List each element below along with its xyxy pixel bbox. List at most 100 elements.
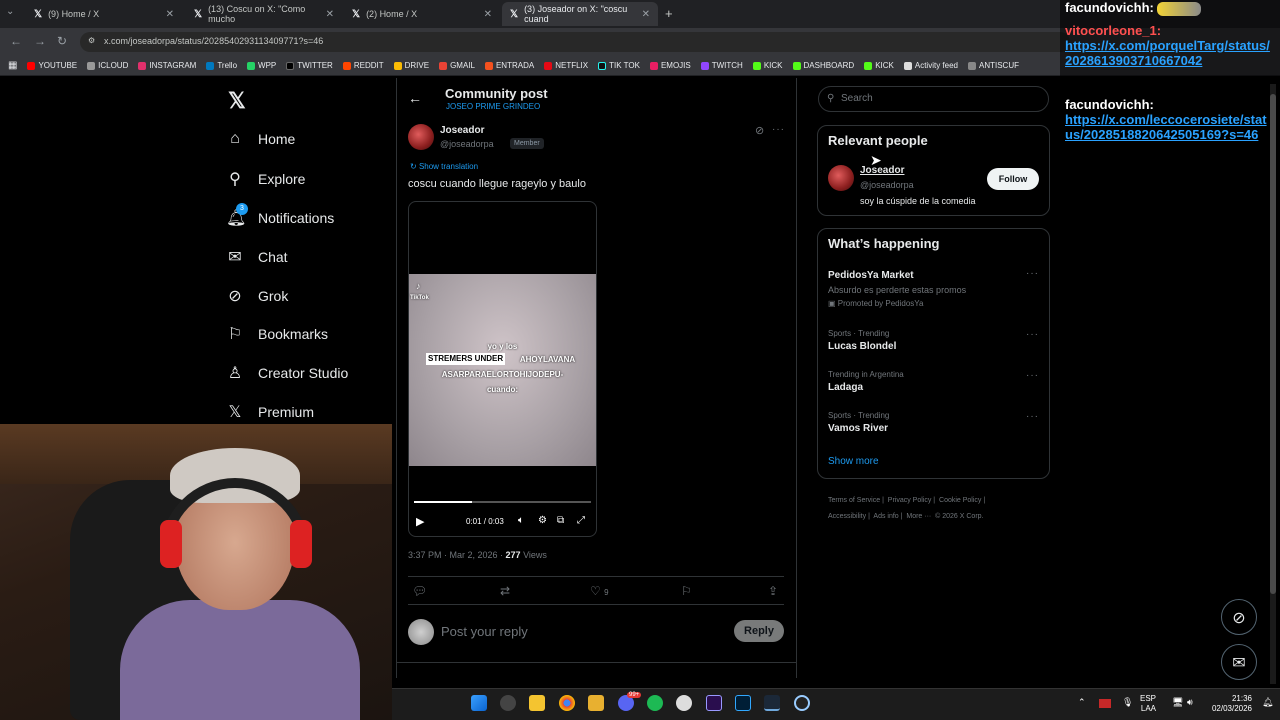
sticky-notes-icon[interactable]	[529, 695, 545, 711]
browser-tab-4[interactable]: 𝕏 (3) Joseador on X: "coscu cuand ✕	[502, 2, 658, 26]
chat-link[interactable]: https://x.com/porquelTarg/status/2028613…	[1065, 38, 1273, 68]
tray-chevron-icon[interactable]: ⌃	[1078, 697, 1086, 708]
more-icon[interactable]: ···	[772, 124, 785, 135]
nav-explore[interactable]: ⚲ Explore	[226, 169, 305, 189]
like-button[interactable]: ♡ 9	[590, 584, 609, 598]
bookmark[interactable]: DRIVE	[393, 61, 429, 70]
show-translation-link[interactable]: ↻ Show translation	[410, 162, 478, 171]
back-icon[interactable]: ←	[10, 34, 22, 48]
taskbar-app-icon[interactable]	[500, 695, 516, 711]
show-more-link[interactable]: Show more	[828, 456, 879, 467]
pip-icon[interactable]: ⧉	[557, 515, 564, 526]
browser-tab-3[interactable]: 𝕏 (2) Home / X ✕	[344, 2, 500, 26]
footer-link[interactable]: Accessibility	[828, 513, 866, 520]
author-handle[interactable]: @joseadorpa	[440, 139, 494, 149]
spotify-icon[interactable]	[647, 695, 663, 711]
bookmark[interactable]: INSTAGRAM	[138, 61, 196, 70]
fullscreen-icon[interactable]: ⤢	[577, 515, 585, 526]
volume-icon[interactable]: 🔈︎	[518, 515, 524, 526]
share-icon[interactable]: ⇪	[768, 584, 778, 598]
scrollbar-thumb[interactable]	[1270, 94, 1276, 594]
browser-tab-2[interactable]: 𝕏 (13) Coscu on X: "Como mucho ✕	[186, 2, 342, 26]
bookmark[interactable]: TIK TOK	[598, 61, 640, 70]
file-explorer-icon[interactable]	[588, 695, 604, 711]
footer-link[interactable]: More ···	[906, 513, 931, 520]
person-handle[interactable]: @joseadorpa	[860, 180, 914, 190]
nav-notifications[interactable]: 🔔︎ 3 Notifications	[226, 203, 334, 228]
close-tab-icon[interactable]: ✕	[642, 9, 650, 20]
bookmark[interactable]: YOUTUBE	[27, 61, 77, 70]
footer-link[interactable]: Terms of Service	[828, 497, 880, 504]
windows-start-icon[interactable]	[471, 695, 487, 711]
bookmark[interactable]: TWITTER	[286, 61, 333, 70]
taskbar-app-icon[interactable]	[794, 695, 810, 711]
nav-premium[interactable]: 𝕏 Premium	[226, 402, 314, 422]
nav-grok[interactable]: ⊘ Grok	[226, 286, 288, 306]
nav-bookmarks[interactable]: ⚐ Bookmarks	[226, 324, 328, 344]
bookmark[interactable]: NETFLIX	[544, 61, 588, 70]
language-indicator[interactable]: ESP LAA	[1140, 694, 1156, 714]
trend-item[interactable]: Sports · Trending Vamos River	[828, 411, 889, 434]
x-logo-icon[interactable]: 𝕏	[228, 88, 246, 114]
follow-button[interactable]: Follow	[987, 168, 1039, 190]
site-info-icon[interactable]: ⚙	[88, 36, 95, 45]
bookmark[interactable]: GMAIL	[439, 61, 475, 70]
bookmark[interactable]: REDDIT	[342, 61, 384, 70]
bookmark[interactable]: WPP	[247, 61, 276, 70]
microphone-icon[interactable]: 🎙︎	[1122, 697, 1133, 708]
steam-icon[interactable]	[764, 695, 780, 711]
reply-icon[interactable]: 💬︎	[412, 584, 427, 598]
forward-icon[interactable]: →	[34, 34, 46, 48]
close-tab-icon[interactable]: ✕	[484, 9, 492, 20]
messages-fab-icon[interactable]: ✉	[1221, 644, 1257, 680]
browser-tab-1[interactable]: 𝕏 (9) Home / X ✕	[26, 2, 182, 26]
obs-icon[interactable]	[676, 695, 692, 711]
close-tab-icon[interactable]: ✕	[326, 9, 334, 20]
avatar[interactable]	[828, 165, 854, 191]
chat-link[interactable]: https://x.com/leccocerosiete/status/2028…	[1065, 112, 1273, 142]
notification-center-icon[interactable]: 🔔︎	[1262, 697, 1273, 708]
reload-icon[interactable]: ↻	[57, 34, 67, 48]
bookmark[interactable]: ANTISCUF	[968, 61, 1019, 70]
bookmark[interactable]: TWITCH	[700, 61, 743, 70]
chrome-icon[interactable]	[559, 695, 575, 711]
bookmark[interactable]: KICK	[752, 61, 783, 70]
bookmark[interactable]: DASHBOARD	[792, 61, 854, 70]
person-name[interactable]: Joseador	[860, 165, 904, 176]
bookmark[interactable]: ENTRADA	[484, 61, 534, 70]
nav-home[interactable]: ⌂ Home	[226, 130, 295, 148]
premiere-icon[interactable]	[706, 695, 722, 711]
bookmark[interactable]: KICK	[864, 61, 894, 70]
clock[interactable]: 21:36 02/03/2026	[1206, 694, 1252, 714]
back-arrow-icon[interactable]: ←	[408, 90, 422, 106]
author-name[interactable]: Joseador	[440, 125, 484, 136]
footer-link[interactable]: Privacy Policy	[888, 497, 932, 504]
trend-item[interactable]: Trending in Argentina Ladaga	[828, 370, 904, 393]
network-icon[interactable]: 🖥︎	[1172, 697, 1183, 708]
bookmark[interactable]: ICLOUD	[87, 61, 128, 70]
nav-creator-studio[interactable]: ♙ Creator Studio	[226, 363, 348, 383]
footer-link[interactable]: Ads info	[873, 513, 898, 520]
grok-fab-icon[interactable]: ⊘	[1221, 599, 1257, 635]
footer-link[interactable]: Cookie Policy	[939, 497, 981, 504]
address-bar[interactable]: ⚙ x.com/joseadorpa/status/20285402931134…	[80, 32, 1070, 52]
bookmark[interactable]: Trello	[206, 61, 237, 70]
more-icon[interactable]: ···	[1026, 370, 1039, 381]
volume-icon[interactable]: 🔊︎	[1187, 697, 1193, 708]
tab-search-icon[interactable]: ⌄	[6, 6, 14, 17]
reply-button[interactable]: Reply	[734, 620, 784, 642]
photoshop-icon[interactable]	[735, 695, 751, 711]
close-tab-icon[interactable]: ✕	[166, 9, 174, 20]
scrollbar[interactable]	[1270, 84, 1276, 684]
trend-item[interactable]: PedidosYa Market Absurdo es perderte est…	[828, 270, 966, 308]
repost-icon[interactable]: ⇄	[500, 584, 510, 598]
more-icon[interactable]: ···	[1026, 411, 1039, 422]
nav-chat[interactable]: ✉ Chat	[226, 247, 287, 267]
tray-app-icon[interactable]	[1099, 699, 1111, 708]
more-icon[interactable]: ···	[1026, 268, 1039, 279]
reply-input[interactable]: Post your reply	[441, 624, 528, 639]
community-name[interactable]: JOSEO PRIME GRINDEO	[446, 102, 540, 111]
bookmark-icon[interactable]: ⚐	[681, 584, 692, 598]
more-icon[interactable]: ···	[1026, 329, 1039, 340]
grok-icon[interactable]: ⊘	[755, 124, 764, 137]
